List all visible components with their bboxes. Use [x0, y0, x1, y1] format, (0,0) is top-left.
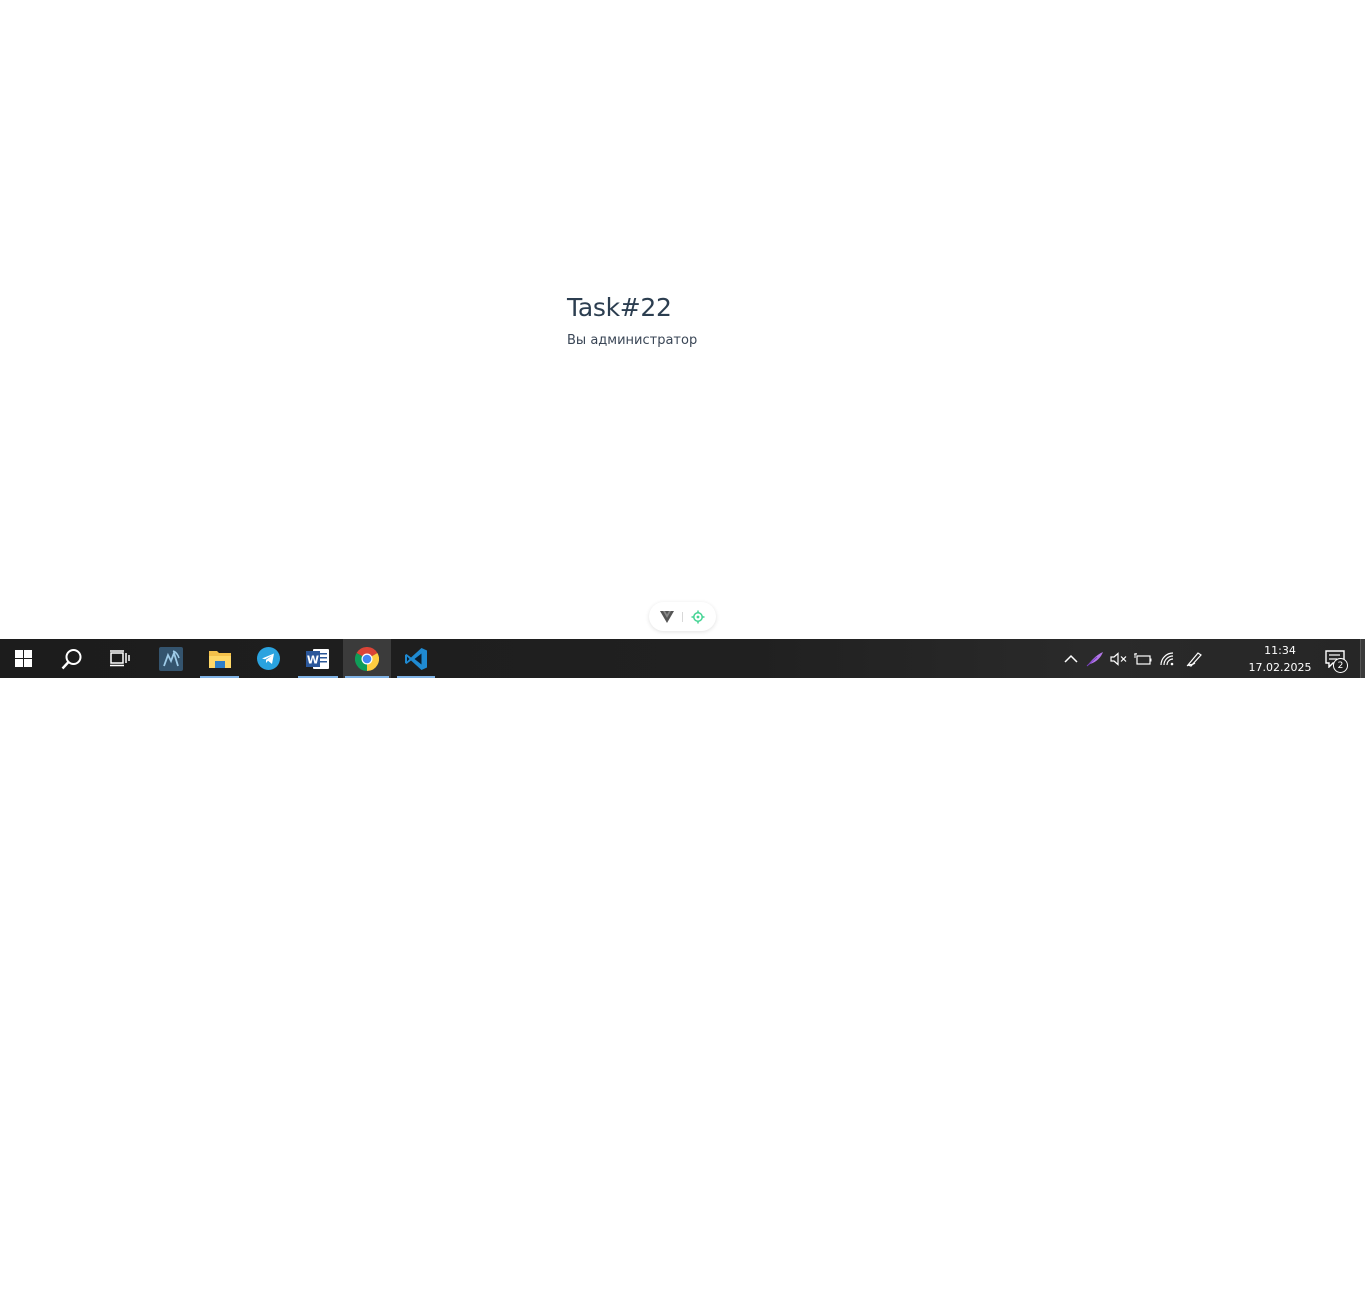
volume-button[interactable] [1108, 639, 1128, 678]
taskbar-app-telegram[interactable] [246, 639, 291, 678]
notification-count-badge: 2 [1333, 658, 1348, 673]
telegram-icon [257, 647, 280, 670]
taskbar-app-mysql-workbench[interactable] [147, 639, 194, 678]
taskbar: W ENG 11:34 17.02.2025 2 [0, 639, 1365, 1304]
divider [682, 611, 683, 622]
network-button[interactable] [1157, 639, 1179, 678]
clock-date: 17.02.2025 [1248, 661, 1312, 674]
search-button[interactable] [48, 639, 95, 678]
word-icon: W [306, 648, 330, 670]
battery-charging-icon [1134, 652, 1152, 665]
inspect-target-icon[interactable] [691, 610, 705, 624]
wifi-icon [1160, 651, 1176, 666]
input-language-indicator[interactable]: ENG [1216, 1291, 1240, 1304]
chevron-up-icon [1064, 654, 1078, 663]
pen-icon [1186, 651, 1204, 667]
content-block: Task#22 Вы администратор [567, 292, 697, 349]
browser-page: Task#22 Вы администратор [0, 0, 1365, 639]
taskbar-app-word[interactable]: W [296, 639, 340, 678]
role-message: Вы администратор [567, 333, 698, 348]
volume-muted-icon [1109, 651, 1127, 666]
clock[interactable]: 11:34 17.02.2025 [1247, 642, 1313, 676]
tray-app-feather[interactable] [1084, 639, 1106, 678]
vue-devtools-toggle[interactable] [649, 602, 716, 631]
vue-logo-icon[interactable] [660, 610, 674, 623]
show-hidden-icons-button[interactable] [1061, 639, 1081, 678]
clock-time: 11:34 [1264, 644, 1296, 657]
svg-text:W: W [307, 653, 319, 666]
taskbar-app-file-explorer[interactable] [198, 639, 241, 678]
battery-button[interactable] [1132, 639, 1154, 678]
chrome-icon [355, 646, 379, 671]
windows-logo-icon [15, 650, 32, 667]
folder-icon [208, 648, 232, 670]
page-title: Task#22 [567, 293, 672, 322]
taskbar-app-vscode[interactable] [395, 639, 437, 678]
search-icon [61, 648, 83, 670]
pen-workspace-button[interactable] [1183, 639, 1207, 678]
show-desktop-button[interactable] [1360, 639, 1365, 678]
feather-icon [1086, 651, 1104, 667]
start-button[interactable] [0, 639, 47, 678]
dolphin-icon [158, 646, 183, 671]
task-view-button[interactable] [96, 639, 143, 678]
taskbar-app-chrome[interactable] [343, 639, 391, 678]
task-view-icon [109, 650, 130, 667]
vscode-icon [404, 647, 428, 671]
